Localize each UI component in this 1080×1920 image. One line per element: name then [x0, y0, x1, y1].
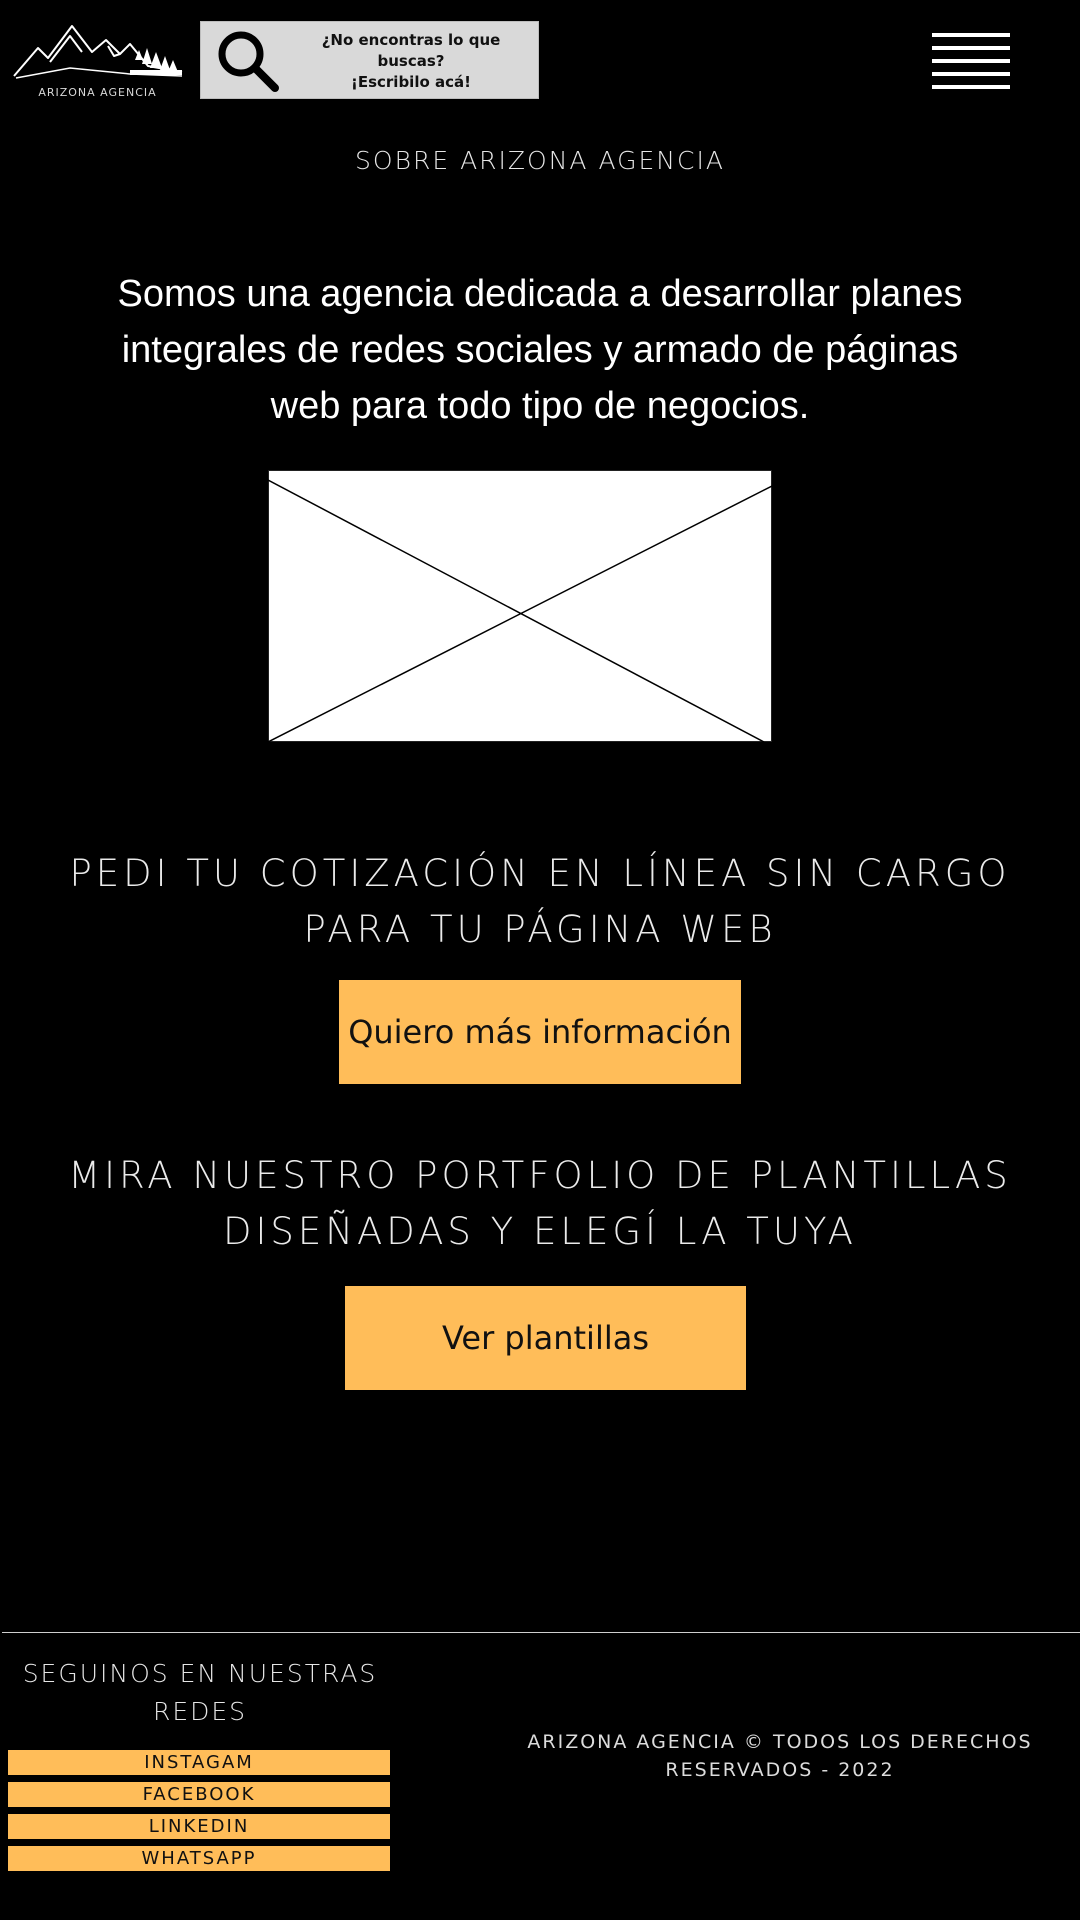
mountain-logo-icon [13, 25, 183, 79]
intro-text: Somos una agencia dedicada a desarrollar… [70, 266, 1010, 434]
logo-text: ARIZONA AGENCIA [38, 86, 157, 99]
search-placeholder-line1: ¿No encontras lo que [321, 31, 501, 49]
intro-line2: integrales de redes sociales y armado de… [121, 329, 959, 371]
whatsapp-link[interactable]: WHATSAPP [8, 1846, 390, 1871]
linkedin-link[interactable]: LINKEDIN [8, 1814, 390, 1839]
search-placeholder[interactable]: ¿No encontras lo que buscas? ¡Escribilo … [311, 30, 511, 93]
view-templates-button[interactable]: Ver plantillas [345, 1286, 746, 1390]
menu-bar [932, 46, 1010, 50]
logo[interactable]: ARIZONA AGENCIA [10, 14, 185, 104]
search-icon[interactable] [215, 28, 281, 94]
social-heading-line1: SEGUINOS EN NUESTRAS [22, 1659, 378, 1688]
copyright-text: ARIZONA AGENCIA © TODOS LOS DERECHOS RES… [500, 1728, 1060, 1784]
hamburger-menu-icon[interactable] [932, 33, 1012, 93]
quote-heading-line1: PEDI TU COTIZACIÓN EN LÍNEA SIN CARGO [69, 852, 1011, 895]
intro-line1: Somos una agencia dedicada a desarrollar… [117, 273, 963, 315]
search-placeholder-line2: buscas? [377, 52, 445, 70]
instagram-link[interactable]: INSTAGAM [8, 1750, 390, 1775]
menu-bar [932, 59, 1010, 63]
facebook-link[interactable]: FACEBOOK [8, 1782, 390, 1807]
section-title: SOBRE ARIZONA AGENCIA [355, 146, 725, 175]
social-heading: SEGUINOS EN NUESTRAS REDES [0, 1655, 400, 1731]
portfolio-heading-line2: DISEÑADAS Y ELEGÍ LA TUYA [223, 1210, 857, 1253]
search-box[interactable]: ¿No encontras lo que buscas? ¡Escribilo … [200, 21, 539, 99]
portfolio-heading: MIRA NUESTRO PORTFOLIO DE PLANTILLAS DIS… [0, 1148, 1080, 1260]
quote-heading: PEDI TU COTIZACIÓN EN LÍNEA SIN CARGO PA… [0, 846, 1080, 958]
copyright-line1: ARIZONA AGENCIA © TODOS LOS DERECHOS [527, 1731, 1033, 1753]
search-placeholder-line3: ¡Escribilo acá! [351, 73, 471, 91]
copyright-line2: RESERVADOS - 2022 [665, 1759, 895, 1781]
image-placeholder-icon [268, 470, 772, 742]
intro-line3: web para todo tipo de negocios. [270, 385, 810, 427]
footer-divider [2, 1632, 1080, 1633]
menu-bar [932, 33, 1010, 37]
menu-bar [932, 85, 1010, 89]
portfolio-heading-line1: MIRA NUESTRO PORTFOLIO DE PLANTILLAS [68, 1154, 1012, 1197]
quote-heading-line2: PARA TU PÁGINA WEB [303, 908, 777, 951]
more-info-button[interactable]: Quiero más información [339, 980, 741, 1084]
menu-bar [932, 72, 1010, 76]
social-heading-line2: REDES [152, 1697, 248, 1726]
